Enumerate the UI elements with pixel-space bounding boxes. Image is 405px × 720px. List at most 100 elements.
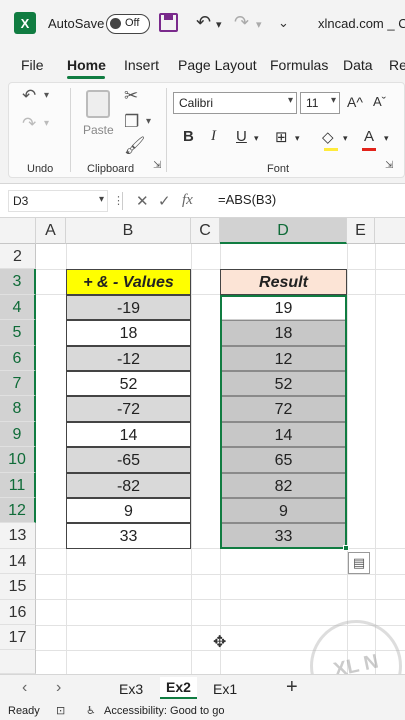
- save-icon[interactable]: [159, 13, 178, 32]
- column-header-b[interactable]: B: [66, 218, 191, 244]
- copy-dropdown-icon[interactable]: ▾: [146, 116, 151, 127]
- row-header[interactable]: 15: [0, 574, 36, 600]
- fill-color-icon[interactable]: ◇: [322, 128, 334, 146]
- borders-dropdown-icon[interactable]: ▾: [295, 133, 300, 144]
- sheet-tab-ex2[interactable]: Ex2: [160, 677, 197, 699]
- cancel-icon[interactable]: ✕: [136, 192, 149, 210]
- row-header[interactable]: 8: [0, 396, 36, 422]
- row-header[interactable]: [0, 650, 36, 675]
- paste-icon[interactable]: [86, 90, 110, 118]
- format-painter-icon[interactable]: 🖌: [124, 136, 146, 156]
- copy-icon[interactable]: ❐: [124, 112, 139, 132]
- result-cell[interactable]: 14: [220, 421, 347, 448]
- font-color-button[interactable]: A: [364, 128, 374, 145]
- underline-button[interactable]: U: [236, 128, 247, 145]
- row-header[interactable]: 5: [0, 320, 36, 346]
- sheet-tab-ex3[interactable]: Ex3: [119, 681, 143, 697]
- row-header[interactable]: 6: [0, 345, 36, 371]
- result-cell[interactable]: 18: [220, 320, 347, 346]
- row-header[interactable]: 17: [0, 625, 36, 651]
- bold-button[interactable]: B: [183, 128, 194, 145]
- file-name[interactable]: xlncad.com _ C: [318, 16, 405, 31]
- result-cell[interactable]: 33: [220, 523, 347, 549]
- font-launcher-icon[interactable]: ⇲: [385, 160, 393, 171]
- tab-formulas[interactable]: Formulas: [270, 57, 328, 73]
- value-cell[interactable]: 14: [66, 421, 191, 448]
- tab-data[interactable]: Data: [343, 57, 373, 73]
- value-cell[interactable]: -12: [66, 345, 191, 371]
- font-color-dropdown-icon[interactable]: ▾: [384, 133, 389, 144]
- column-header-a[interactable]: A: [36, 218, 66, 244]
- name-box[interactable]: D3 ▾: [8, 190, 108, 212]
- value-cell[interactable]: -72: [66, 396, 191, 422]
- insert-function-icon[interactable]: fx: [182, 192, 193, 209]
- cut-icon[interactable]: ✂: [124, 86, 138, 106]
- value-cell[interactable]: 33: [66, 523, 191, 549]
- font-name-select[interactable]: Calibri ▾: [173, 92, 297, 114]
- enter-icon[interactable]: ✓: [158, 192, 171, 210]
- undo-icon[interactable]: ↶: [196, 12, 211, 33]
- paste-button[interactable]: Paste: [83, 123, 114, 137]
- row-header[interactable]: 12: [0, 498, 36, 524]
- undo-dropdown-icon[interactable]: ▾: [216, 18, 222, 31]
- formula-input[interactable]: =ABS(B3): [218, 192, 276, 207]
- underline-dropdown-icon[interactable]: ▾: [254, 133, 259, 144]
- row-header[interactable]: 16: [0, 599, 36, 625]
- redo-icon[interactable]: ↷: [22, 114, 36, 134]
- borders-icon[interactable]: ⊞: [275, 128, 288, 146]
- row-header[interactable]: 4: [0, 294, 36, 321]
- autosave-toggle[interactable]: Off: [106, 14, 150, 34]
- result-cell[interactable]: 52: [220, 371, 347, 397]
- redo-dropdown-icon[interactable]: ▾: [256, 18, 262, 31]
- fill-handle[interactable]: [343, 545, 349, 551]
- spreadsheet-grid[interactable]: A B C D E 2 3 4 5 6 7 8 9 10 11 12 13 14…: [0, 218, 405, 675]
- row-header[interactable]: 3: [0, 269, 36, 295]
- accessibility-icon[interactable]: ♿: [86, 704, 96, 717]
- row-header[interactable]: 10: [0, 447, 36, 473]
- tab-review[interactable]: Rev: [389, 57, 405, 73]
- row-header[interactable]: 9: [0, 421, 36, 448]
- italic-button[interactable]: I: [211, 128, 216, 145]
- macro-record-icon[interactable]: ⊡: [56, 704, 65, 717]
- value-cell[interactable]: -65: [66, 447, 191, 473]
- result-header-cell[interactable]: Result: [220, 269, 347, 295]
- result-cell[interactable]: 72: [220, 396, 347, 422]
- scroll-left-icon[interactable]: ‹: [22, 679, 27, 697]
- result-cell[interactable]: 12: [220, 345, 347, 371]
- column-header-c[interactable]: C: [191, 218, 220, 244]
- font-size-select[interactable]: 11 ▾: [300, 92, 340, 114]
- row-header[interactable]: 11: [0, 472, 36, 498]
- scroll-right-icon[interactable]: ›: [56, 679, 61, 697]
- row-header[interactable]: 2: [0, 244, 36, 270]
- sheet-tab-ex1[interactable]: Ex1: [213, 681, 237, 697]
- select-all-corner[interactable]: [0, 218, 36, 244]
- undo-dropdown-icon[interactable]: ▾: [44, 90, 49, 101]
- column-header-e[interactable]: E: [347, 218, 375, 244]
- column-header-d[interactable]: D: [220, 218, 347, 244]
- redo-icon[interactable]: ↷: [234, 12, 249, 33]
- values-header-cell[interactable]: + & - Values: [66, 269, 191, 295]
- result-cell[interactable]: 65: [220, 447, 347, 473]
- customize-toolbar-icon[interactable]: ⌄: [278, 15, 289, 31]
- tab-file[interactable]: File: [21, 57, 44, 73]
- increase-font-icon[interactable]: A^: [347, 94, 363, 110]
- add-sheet-icon[interactable]: +: [286, 676, 298, 699]
- more-options-icon[interactable]: ⋮: [113, 194, 124, 207]
- value-cell[interactable]: 9: [66, 498, 191, 524]
- tab-page-layout[interactable]: Page Layout: [178, 57, 257, 73]
- row-header[interactable]: 7: [0, 371, 36, 397]
- value-cell[interactable]: -19: [66, 294, 191, 321]
- result-cell[interactable]: 9: [220, 498, 347, 524]
- fill-color-dropdown-icon[interactable]: ▾: [343, 133, 348, 144]
- clipboard-launcher-icon[interactable]: ⇲: [153, 160, 161, 171]
- undo-icon[interactable]: ↶: [22, 86, 36, 106]
- row-header[interactable]: 14: [0, 548, 36, 575]
- tab-home[interactable]: Home: [67, 57, 106, 73]
- redo-dropdown-icon[interactable]: ▾: [44, 118, 49, 129]
- tab-insert[interactable]: Insert: [124, 57, 159, 73]
- row-header[interactable]: 13: [0, 523, 36, 549]
- quick-analysis-icon[interactable]: ▤: [348, 552, 370, 574]
- value-cell[interactable]: -82: [66, 472, 191, 498]
- result-cell[interactable]: 82: [220, 472, 347, 498]
- result-cell-active[interactable]: 19: [220, 294, 347, 321]
